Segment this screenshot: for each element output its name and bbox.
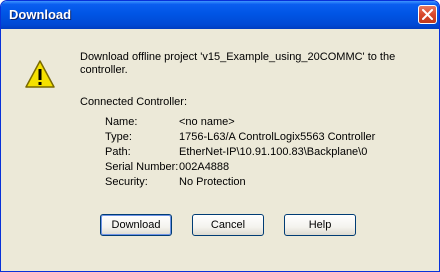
close-button[interactable]	[418, 5, 437, 24]
security-label: Security:	[105, 176, 148, 188]
dialog-body: Download offline project 'v15_Example_us…	[5, 29, 435, 267]
type-value: 1756-L63/A ControlLogix5563 Controller	[179, 131, 376, 143]
close-icon	[422, 9, 433, 20]
connected-controller-heading: Connected Controller:	[80, 96, 188, 108]
serial-number-value: 002A4888	[179, 161, 230, 173]
type-label: Type:	[105, 131, 132, 143]
security-value: No Protection	[179, 176, 246, 188]
download-message: Download offline project 'v15_Example_us…	[80, 51, 396, 76]
name-value: <no name>	[179, 116, 235, 128]
path-value: EtherNet-IP\10.91.100.83\Backplane\0	[179, 146, 368, 158]
cancel-button[interactable]: Cancel	[192, 214, 264, 236]
window-title: Download	[9, 7, 72, 22]
name-label: Name:	[105, 116, 138, 128]
title-bar[interactable]: Download	[1, 1, 439, 29]
serial-number-label: Serial Number:	[105, 161, 179, 173]
warning-icon	[25, 60, 55, 88]
path-label: Path:	[105, 146, 131, 158]
download-button[interactable]: Download	[100, 214, 172, 236]
help-button[interactable]: Help	[284, 214, 356, 236]
download-dialog: Download Download offline project 'v15_E…	[0, 0, 440, 272]
